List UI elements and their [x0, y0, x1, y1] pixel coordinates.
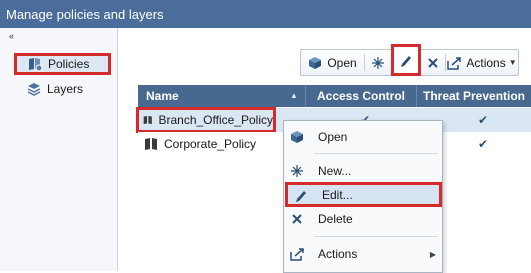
table-header: Name ▲ Access Control Threat Prevention: [138, 85, 531, 107]
sidebar-item-label: Policies: [48, 57, 90, 71]
menu-item-label: Open: [318, 130, 348, 144]
toolbar: Open Actions ▼: [300, 44, 519, 76]
sidebar-item-layers[interactable]: Layers: [16, 78, 110, 100]
checkmark-icon: ✔: [478, 137, 489, 151]
policies-icon: [29, 58, 43, 72]
sort-ascending-icon: ▲: [290, 91, 298, 100]
column-header-access-control[interactable]: Access Control: [306, 85, 417, 107]
delete-icon: [428, 57, 438, 68]
new-icon: [372, 56, 384, 69]
policy-name-cell[interactable]: Branch_Office_Policy: [136, 107, 276, 133]
menu-item-label: Edit...: [322, 187, 353, 202]
chevron-down-icon: ▼: [508, 58, 517, 67]
menu-item-delete[interactable]: Delete: [284, 207, 442, 231]
window-title: Manage policies and layers: [0, 0, 531, 28]
open-icon: [291, 131, 303, 143]
menu-item-edit[interactable]: Edit...: [285, 182, 442, 207]
column-header-label: Name: [146, 89, 179, 103]
open-button-label: Open: [327, 55, 357, 70]
layers-icon: [27, 83, 41, 96]
menu-separator: [314, 236, 438, 237]
delete-button[interactable]: [421, 50, 445, 75]
menu-item-open[interactable]: Open: [284, 125, 442, 149]
edit-button[interactable]: [391, 44, 421, 76]
policy-name: Corporate_Policy: [164, 137, 257, 151]
open-button[interactable]: Open: [301, 50, 364, 75]
edit-icon: [296, 190, 306, 202]
policy-book-icon: [143, 115, 152, 125]
menu-item-label: New...: [318, 164, 352, 178]
actions-button-label: Actions: [466, 55, 506, 70]
context-menu: Open New... Edit... Delete Actions ▶: [283, 120, 443, 273]
checkmark-icon: ✔: [478, 113, 489, 127]
actions-icon: [447, 56, 462, 70]
menu-separator: [314, 153, 438, 154]
delete-icon: [292, 214, 302, 224]
sidebar-item-label: Layers: [47, 82, 84, 96]
menu-item-label: Actions: [318, 247, 358, 261]
policy-name: Branch_Office_Policy: [158, 113, 273, 127]
sidebar: « Policies Layers: [0, 28, 118, 271]
sidebar-item-policies[interactable]: Policies: [14, 53, 111, 75]
menu-item-actions[interactable]: Actions ▶: [284, 242, 442, 266]
policy-book-icon: [145, 138, 157, 150]
open-icon: [309, 56, 322, 69]
new-icon: [291, 165, 303, 177]
column-header-name[interactable]: Name ▲: [138, 85, 306, 107]
actions-button[interactable]: Actions ▼: [446, 50, 518, 75]
collapse-sidebar-icon[interactable]: «: [9, 31, 14, 41]
actions-icon: [289, 248, 304, 261]
policy-name-cell[interactable]: Corporate_Policy: [138, 132, 256, 156]
menu-item-new[interactable]: New...: [284, 159, 442, 183]
menu-item-label: Delete: [318, 212, 353, 226]
submenu-arrow-icon: ▶: [429, 249, 436, 259]
edit-icon: [401, 56, 411, 67]
new-button[interactable]: [365, 50, 391, 75]
column-header-threat-prevention[interactable]: Threat Prevention: [417, 85, 531, 107]
